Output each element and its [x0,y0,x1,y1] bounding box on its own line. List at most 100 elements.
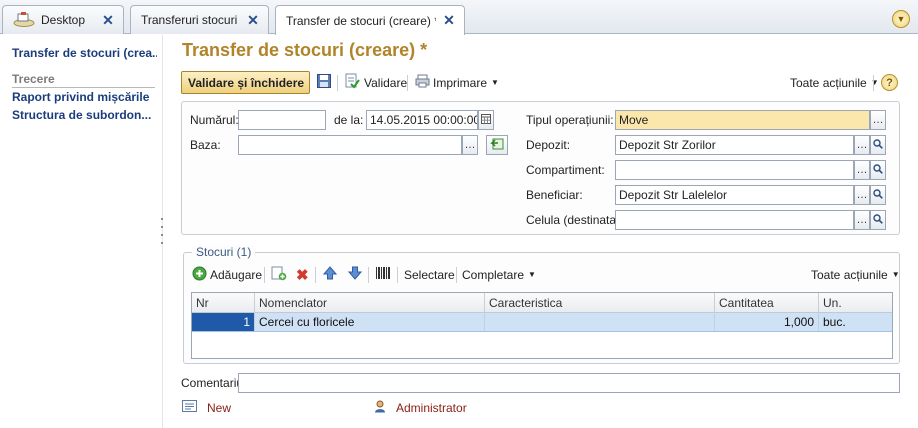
operation-type-field[interactable]: Move [615,110,870,130]
dropdown-arrow-icon: ▼ [491,78,499,87]
all-actions-menu[interactable]: Toate acțiunile ▼ [790,71,879,94]
warehouse-field[interactable]: Depozit Str Zorilor [615,135,854,155]
post-document-icon [344,73,360,92]
printer-icon [415,74,430,91]
chevron-down-icon: ▼ [896,14,906,24]
move-up-button[interactable] [322,263,338,286]
nav-current-item[interactable]: Transfer de stocuri (crea... [12,46,157,60]
warehouse-open-button[interactable] [870,135,886,155]
tab-label: Desktop [41,13,86,27]
beneficiary-field[interactable]: Depozit Str Lalelelor [615,185,854,205]
date-field[interactable]: 14.05.2015 00:00:00 [366,110,478,130]
tab-label: Transfer de stocuri (creare) * [286,13,436,28]
close-icon[interactable]: ✕ [442,12,456,28]
calendar-icon [481,113,491,127]
help-button[interactable]: ? [881,74,898,91]
nav-link-movement-report[interactable]: Raport privind mișcările [12,90,157,104]
stocks-table[interactable]: Nr Nomenclator Caracteristica Cantitatea… [191,292,893,359]
all-actions-label: Toate acțiunile [811,267,888,282]
document-author: Administrator [374,400,467,416]
print-menu-button[interactable]: Imprimare ▼ [415,71,499,94]
base-select-button[interactable]: … [462,135,478,155]
page-title: Transfer de stocuri (creare) * [182,40,428,60]
tab-transfer-create[interactable]: Transfer de stocuri (creare) * ✕ [275,5,465,35]
search-icon [873,188,883,202]
table-row[interactable]: 1 Cercei cu floricele 1,000 buc. [192,313,892,332]
destination-cell-field[interactable] [615,210,854,230]
compartment-open-button[interactable] [870,160,886,180]
header-fields-group: Numărul: de la: 14.05.2015 00:00:00 Baza… [181,101,900,235]
column-header-quantity[interactable]: Cantitatea [715,293,819,313]
validate-close-button[interactable]: Validare și închidere [181,71,310,94]
base-fill-button[interactable] [486,135,508,155]
form-toolbar: Validare și închidere Validare Imprimare… [181,71,901,95]
fill-from-base-icon [490,137,504,153]
compartment-field[interactable] [615,160,854,180]
close-icon[interactable]: ✕ [101,12,115,28]
beneficiary-select-button[interactable]: … [854,185,870,205]
number-field[interactable] [238,110,326,130]
operation-type-label: Tipul operațiunii: [526,113,614,127]
operation-type-select-button[interactable]: … [870,110,886,130]
column-header-nr[interactable]: Nr [192,293,255,313]
stocks-all-actions-menu[interactable]: Toate acțiunile ▼ [811,263,900,286]
print-label: Imprimare [433,75,488,90]
tab-transfers-list[interactable]: Transferuri stocuri ✕ [130,5,269,34]
barcode-icon [375,266,391,283]
search-icon [873,213,883,227]
base-field[interactable] [238,135,462,155]
beneficiary-label: Beneficiar: [526,188,583,202]
column-header-unit[interactable]: Un. [819,293,894,313]
save-button[interactable] [317,71,331,94]
date-label: de la: [334,113,364,127]
destination-cell-select-button[interactable]: … [854,210,870,230]
nav-section-heading: Trecere [12,72,155,88]
tab-label: Transferuri stocuri [141,13,238,27]
panel-splitter[interactable] [160,218,164,244]
cell-quantity[interactable]: 1,000 [715,313,819,331]
document-status: New [182,400,231,415]
tab-desktop[interactable]: Desktop ✕ [2,5,124,34]
nav-link-subordination-structure[interactable]: Structura de subordon... [12,108,157,122]
cell-nr[interactable]: 1 [192,313,255,331]
calendar-button[interactable] [478,110,494,130]
select-button[interactable]: Selectare [404,263,455,286]
tab-menu-button[interactable]: ▼ [892,10,910,28]
cell-nomenclator[interactable]: Cercei cu floricele [255,313,485,331]
column-header-characteristic[interactable]: Caracteristica [485,293,715,313]
all-actions-label: Toate acțiunile [790,75,867,90]
warehouse-select-button[interactable]: … [854,135,870,155]
comment-field[interactable] [238,373,900,393]
barcode-button[interactable] [375,263,391,286]
add-icon [192,266,207,284]
table-header: Nr Nomenclator Caracteristica Cantitatea… [192,293,892,313]
user-icon [374,400,386,416]
author-label[interactable]: Administrator [396,401,467,415]
close-icon[interactable]: ✕ [246,12,260,28]
stocks-group-title: Stocuri (1) [192,245,256,259]
delete-row-button[interactable]: ✖ [296,263,309,286]
fill-menu-button[interactable]: Completare ▼ [462,263,536,286]
dropdown-arrow-icon: ▼ [528,270,536,279]
compartment-select-button[interactable]: … [854,160,870,180]
compartment-label: Compartiment: [526,163,605,177]
validate-button[interactable]: Validare [344,71,407,94]
copy-row-button[interactable] [271,263,287,286]
cell-characteristic[interactable] [485,313,715,331]
beneficiary-open-button[interactable] [870,185,886,205]
column-header-nomenclator[interactable]: Nomenclator [255,293,485,313]
dropdown-arrow-icon: ▼ [870,78,879,87]
move-down-button[interactable] [347,263,363,286]
delete-icon: ✖ [296,266,309,284]
search-icon [873,163,883,177]
save-icon [317,74,331,91]
destination-cell-open-button[interactable] [870,210,886,230]
comment-label: Comentariu: [181,376,247,390]
add-label: Adăugare [210,267,263,282]
stocks-group: Stocuri (1) Adăugare ✖ Selectare Complet… [183,245,900,364]
copy-add-icon [271,266,287,284]
warehouse-label: Depozit: [526,138,571,152]
cell-unit[interactable]: buc. [819,313,894,331]
status-label: New [207,400,232,415]
add-row-button[interactable]: Adăugare [192,263,262,286]
